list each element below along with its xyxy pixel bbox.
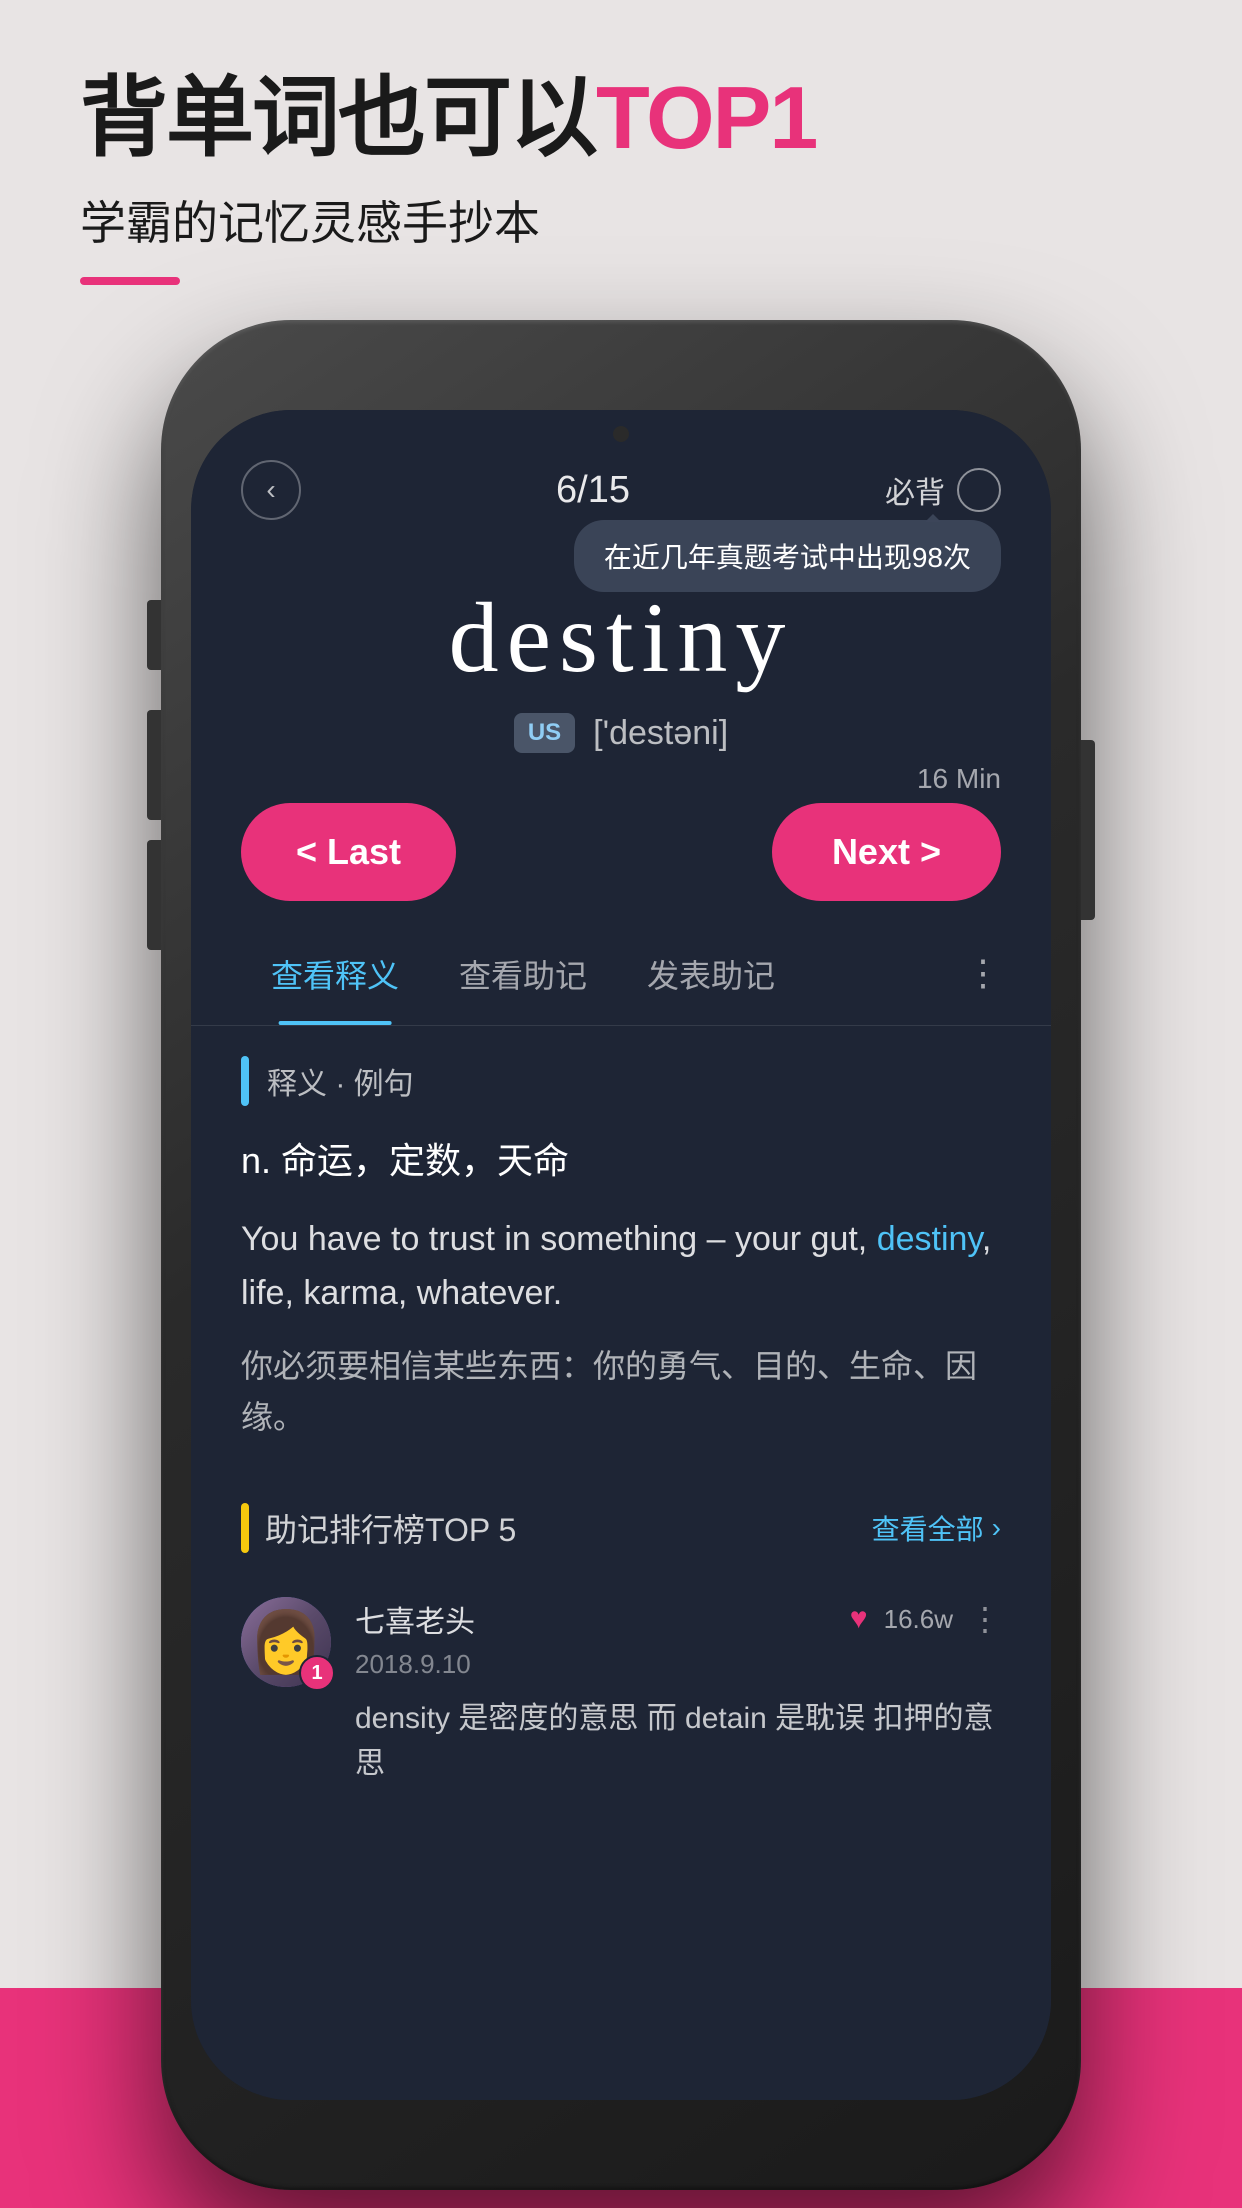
header-underline-decoration (80, 277, 180, 285)
appearance-tooltip: 在近几年真题考试中出现98次 (574, 520, 1001, 592)
tab-mnemonic-post[interactable]: 发表助记 (617, 931, 805, 1025)
last-button[interactable]: < Last (241, 803, 456, 901)
us-badge: US (514, 713, 575, 753)
mnemonic-title-row: 助记排行榜TOP 5 (241, 1503, 516, 1553)
front-camera (613, 426, 629, 442)
mnemonic-title: 助记排行榜TOP 5 (265, 1505, 516, 1551)
definition-content: 释义 · 例句 n. 命运，定数，天命 You have to trust in… (191, 1026, 1051, 1503)
view-all-button[interactable]: 查看全部 › (872, 1508, 1001, 1548)
card-mnemonic-text: density 是密度的意思 而 detain 是耽误 扣押的意思 (355, 1696, 1001, 1786)
section-title-definition: 释义 · 例句 (267, 1059, 414, 1103)
phonetic-row: US ['destəni] (241, 713, 1001, 753)
volume-down-button[interactable] (147, 840, 161, 950)
avatar-wrapper: 1 (241, 1597, 331, 1687)
next-button[interactable]: Next > (772, 803, 1001, 901)
screen-content: ‹ 6/15 必背 在近几年真题考试中出现98次 destiny US ['de… (191, 410, 1051, 2100)
page-counter: 6/15 (556, 469, 630, 512)
example-en-prefix: You have to trust in something – your gu… (241, 1220, 877, 1258)
section-bar-blue (241, 1056, 249, 1106)
tabs-more-icon[interactable]: ⋮ (965, 952, 1001, 1004)
mnemonic-header: 助记排行榜TOP 5 查看全部 › (241, 1503, 1001, 1553)
card-info: 七喜老头 ♥ 16.6w ⋮ 2018.9.10 density 是密度的意思 … (355, 1597, 1001, 1786)
header-subtitle: 学霸的记忆灵感手抄本 (80, 187, 816, 253)
header-title-highlight: TOP1 (596, 68, 816, 167)
volume-mute-button[interactable] (147, 600, 161, 670)
example-sentence-en: You have to trust in something – your gu… (241, 1212, 1001, 1321)
phonetic-text: ['destəni] (593, 714, 728, 753)
phone-wrapper: ‹ 6/15 必背 在近几年真题考试中出现98次 destiny US ['de… (161, 320, 1081, 2190)
tab-mnemonic-view[interactable]: 查看助记 (429, 931, 617, 1025)
header-title-part1: 背单词也可以 (80, 68, 596, 167)
nav-buttons: 16 Min < Last Next > (191, 773, 1051, 931)
chevron-right-icon: › (992, 1512, 1001, 1544)
card-date: 2018.9.10 (355, 1649, 1001, 1680)
power-button[interactable] (1081, 740, 1095, 920)
back-icon: ‹ (266, 474, 275, 506)
phone-screen: ‹ 6/15 必背 在近几年真题考试中出现98次 destiny US ['de… (191, 410, 1051, 2100)
main-word: destiny (241, 580, 1001, 695)
must-remember-toggle[interactable]: 必背 (885, 468, 1001, 512)
card-actions: ♥ 16.6w ⋮ (850, 1600, 1001, 1638)
timer-label: 16 Min (917, 763, 1001, 795)
example-en-word: destiny (877, 1220, 982, 1258)
volume-up-button[interactable] (147, 710, 161, 820)
bookmark-circle-icon (957, 468, 1001, 512)
card-username: 七喜老头 (355, 1597, 475, 1641)
tab-definition[interactable]: 查看释义 (241, 931, 429, 1025)
section-header-definition: 释义 · 例句 (241, 1056, 1001, 1106)
header-title: 背单词也可以TOP1 (80, 70, 816, 167)
rank-badge: 1 (299, 1655, 335, 1691)
section-bar-yellow (241, 1503, 249, 1553)
card-user-row: 七喜老头 ♥ 16.6w ⋮ (355, 1597, 1001, 1641)
view-all-label: 查看全部 (872, 1508, 984, 1548)
like-count: 16.6w (884, 1604, 953, 1635)
header-area: 背单词也可以TOP1 学霸的记忆灵感手抄本 (80, 70, 816, 285)
mnemonic-section: 助记排行榜TOP 5 查看全部 › 1 (191, 1503, 1051, 1806)
example-sentence-zh: 你必须要相信某些东西：你的勇气、目的、生命、因缘。 (241, 1341, 1001, 1443)
tabs-bar: 查看释义 查看助记 发表助记 ⋮ (191, 931, 1051, 1026)
heart-icon[interactable]: ♥ (850, 1602, 868, 1636)
mnemonic-card: 1 七喜老头 ♥ 16.6w ⋮ 2018.9.10 (241, 1577, 1001, 1806)
card-more-icon[interactable]: ⋮ (969, 1600, 1001, 1638)
back-button[interactable]: ‹ (241, 460, 301, 520)
definition-text: n. 命运，定数，天命 (241, 1134, 1001, 1188)
phone-shell: ‹ 6/15 必背 在近几年真题考试中出现98次 destiny US ['de… (161, 320, 1081, 2190)
